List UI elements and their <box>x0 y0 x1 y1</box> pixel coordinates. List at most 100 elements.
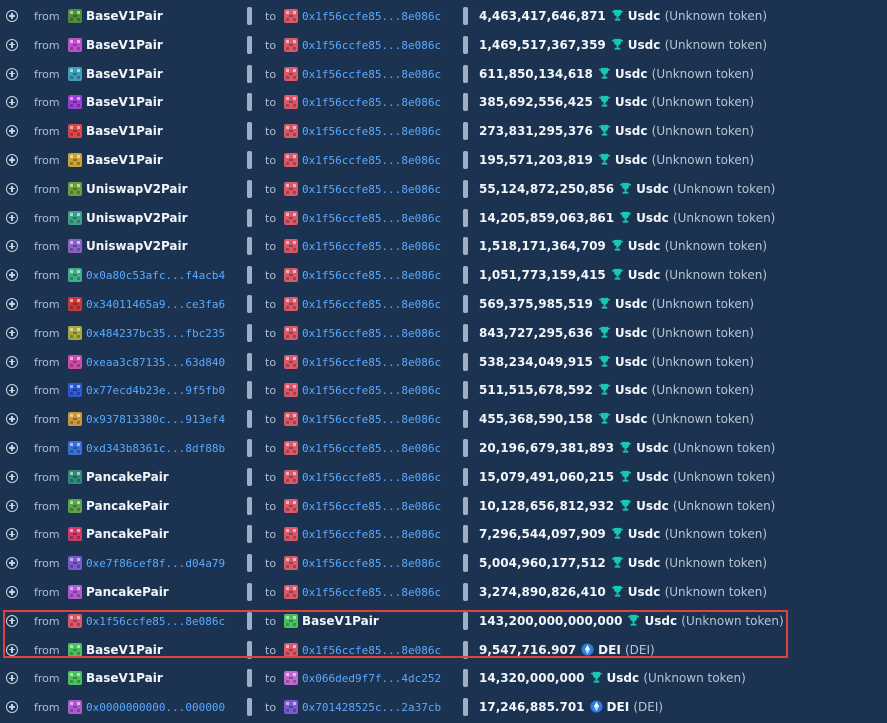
to-address-link[interactable]: 0x1f56ccfe85...8e086c <box>302 96 441 109</box>
from-address-link[interactable]: 0x937813380c...913ef4 <box>86 413 225 426</box>
to-address-link[interactable]: 0x1f56ccfe85...8e086c <box>302 586 441 599</box>
token-link[interactable]: DEI <box>598 643 621 657</box>
expand-icon[interactable] <box>6 528 18 541</box>
from-address-link[interactable]: BaseV1Pair <box>86 9 163 23</box>
to-address-link[interactable]: 0x1f56ccfe85...8e086c <box>302 298 441 311</box>
token-link[interactable]: Usdc <box>615 297 648 311</box>
expand-icon[interactable] <box>6 67 18 80</box>
from-address-link[interactable]: BaseV1Pair <box>86 67 163 81</box>
token-link[interactable]: Usdc <box>615 326 648 340</box>
to-address-link[interactable]: 0x1f56ccfe85...8e086c <box>302 68 441 81</box>
from-address-link[interactable]: 0xd343b8361c...8df88b <box>86 442 225 455</box>
to-address-link[interactable]: 0x066ded9f7f...4dc252 <box>302 672 441 685</box>
expand-icon[interactable] <box>6 153 18 166</box>
expand-icon[interactable] <box>6 614 18 627</box>
from-address-link[interactable]: PancakePair <box>86 585 169 599</box>
token-link[interactable]: Usdc <box>644 614 677 628</box>
expand-icon[interactable] <box>6 384 18 397</box>
token-link[interactable]: Usdc <box>628 527 661 541</box>
to-address-link[interactable]: 0x1f56ccfe85...8e086c <box>302 125 441 138</box>
token-link[interactable]: Usdc <box>628 268 661 282</box>
expand-icon[interactable] <box>6 470 18 483</box>
token-link[interactable]: Usdc <box>628 556 661 570</box>
token-link[interactable]: Usdc <box>636 470 669 484</box>
from-address-link[interactable]: UniswapV2Pair <box>86 239 188 253</box>
expand-icon[interactable] <box>6 326 18 339</box>
from-address-link[interactable]: UniswapV2Pair <box>86 211 188 225</box>
token-link[interactable]: Usdc <box>615 124 648 138</box>
to-address-link[interactable]: 0x1f56ccfe85...8e086c <box>302 442 441 455</box>
token-link[interactable]: Usdc <box>615 153 648 167</box>
from-address-link[interactable]: 0x0a80c53afc...f4acb4 <box>86 269 225 282</box>
to-address-link[interactable]: 0x1f56ccfe85...8e086c <box>302 39 441 52</box>
to-address-link[interactable]: 0x1f56ccfe85...8e086c <box>302 384 441 397</box>
to-address-link[interactable]: 0x1f56ccfe85...8e086c <box>302 644 441 657</box>
token-link[interactable]: Usdc <box>636 182 669 196</box>
to-address-link[interactable]: 0x1f56ccfe85...8e086c <box>302 500 441 513</box>
expand-icon[interactable] <box>6 96 18 109</box>
token-link[interactable]: Usdc <box>636 499 669 513</box>
token-link[interactable]: DEI <box>607 700 630 714</box>
to-address-link[interactable]: 0x1f56ccfe85...8e086c <box>302 413 441 426</box>
from-address-link[interactable]: 0xe7f86cef8f...d04a79 <box>86 557 225 570</box>
from-address-link[interactable]: PancakePair <box>86 527 169 541</box>
to-address-link[interactable]: 0x1f56ccfe85...8e086c <box>302 10 441 23</box>
from-address-link[interactable]: BaseV1Pair <box>86 643 163 657</box>
from-address-link[interactable]: 0x484237bc35...fbc235 <box>86 327 225 340</box>
from-address-link[interactable]: PancakePair <box>86 499 169 513</box>
to-address-link[interactable]: 0x1f56ccfe85...8e086c <box>302 212 441 225</box>
expand-icon[interactable] <box>6 701 18 714</box>
to-address-link[interactable]: 0x1f56ccfe85...8e086c <box>302 528 441 541</box>
from-address-link[interactable]: 0xeaa3c87135...63d840 <box>86 356 225 369</box>
expand-icon[interactable] <box>6 211 18 224</box>
to-address-link[interactable]: 0x1f56ccfe85...8e086c <box>302 557 441 570</box>
to-address-link[interactable]: 0x1f56ccfe85...8e086c <box>302 183 441 196</box>
expand-icon[interactable] <box>6 269 18 282</box>
from-address-link[interactable]: BaseV1Pair <box>86 153 163 167</box>
token-link[interactable]: Usdc <box>628 9 661 23</box>
expand-icon[interactable] <box>6 240 18 253</box>
from-address-link[interactable]: UniswapV2Pair <box>86 182 188 196</box>
expand-icon[interactable] <box>6 585 18 598</box>
to-address-link[interactable]: 0x1f56ccfe85...8e086c <box>302 154 441 167</box>
to-address-link[interactable]: 0x1f56ccfe85...8e086c <box>302 240 441 253</box>
expand-icon[interactable] <box>6 125 18 138</box>
expand-icon[interactable] <box>6 10 18 22</box>
token-link[interactable]: Usdc <box>607 671 640 685</box>
expand-icon[interactable] <box>6 499 18 512</box>
token-link[interactable]: Usdc <box>615 95 648 109</box>
from-address-link[interactable]: BaseV1Pair <box>86 671 163 685</box>
to-address-link[interactable]: 0x1f56ccfe85...8e086c <box>302 327 441 340</box>
expand-icon[interactable] <box>6 355 18 368</box>
token-link[interactable]: Usdc <box>615 355 648 369</box>
expand-icon[interactable] <box>6 441 18 454</box>
from-address-link[interactable]: 0x77ecd4b23e...9f5fb0 <box>86 384 225 397</box>
expand-icon[interactable] <box>6 297 18 310</box>
token-link[interactable]: Usdc <box>636 441 669 455</box>
to-address-link[interactable]: 0x701428525c...2a37cb <box>302 701 441 714</box>
token-link[interactable]: Usdc <box>628 585 661 599</box>
token-link[interactable]: Usdc <box>615 67 648 81</box>
to-address-link[interactable]: BaseV1Pair <box>302 614 379 628</box>
from-address-link[interactable]: BaseV1Pair <box>86 95 163 109</box>
from-address-link[interactable]: 0x1f56ccfe85...8e086c <box>86 615 225 628</box>
from-address-link[interactable]: BaseV1Pair <box>86 38 163 52</box>
from-address-link[interactable]: BaseV1Pair <box>86 124 163 138</box>
from-address-link[interactable]: PancakePair <box>86 470 169 484</box>
expand-icon[interactable] <box>6 413 18 426</box>
token-link[interactable]: Usdc <box>615 412 648 426</box>
token-link[interactable]: Usdc <box>636 211 669 225</box>
expand-icon[interactable] <box>6 643 18 656</box>
expand-icon[interactable] <box>6 672 18 685</box>
expand-icon[interactable] <box>6 182 18 195</box>
token-link[interactable]: Usdc <box>628 239 661 253</box>
from-address-link[interactable]: 0x34011465a9...ce3fa6 <box>86 298 225 311</box>
expand-icon[interactable] <box>6 557 18 570</box>
token-link[interactable]: Usdc <box>615 383 648 397</box>
to-address-link[interactable]: 0x1f56ccfe85...8e086c <box>302 471 441 484</box>
from-address-link[interactable]: 0x0000000000...000000 <box>86 701 225 714</box>
to-address-link[interactable]: 0x1f56ccfe85...8e086c <box>302 356 441 369</box>
token-link[interactable]: Usdc <box>628 38 661 52</box>
to-address-link[interactable]: 0x1f56ccfe85...8e086c <box>302 269 441 282</box>
expand-icon[interactable] <box>6 38 18 51</box>
